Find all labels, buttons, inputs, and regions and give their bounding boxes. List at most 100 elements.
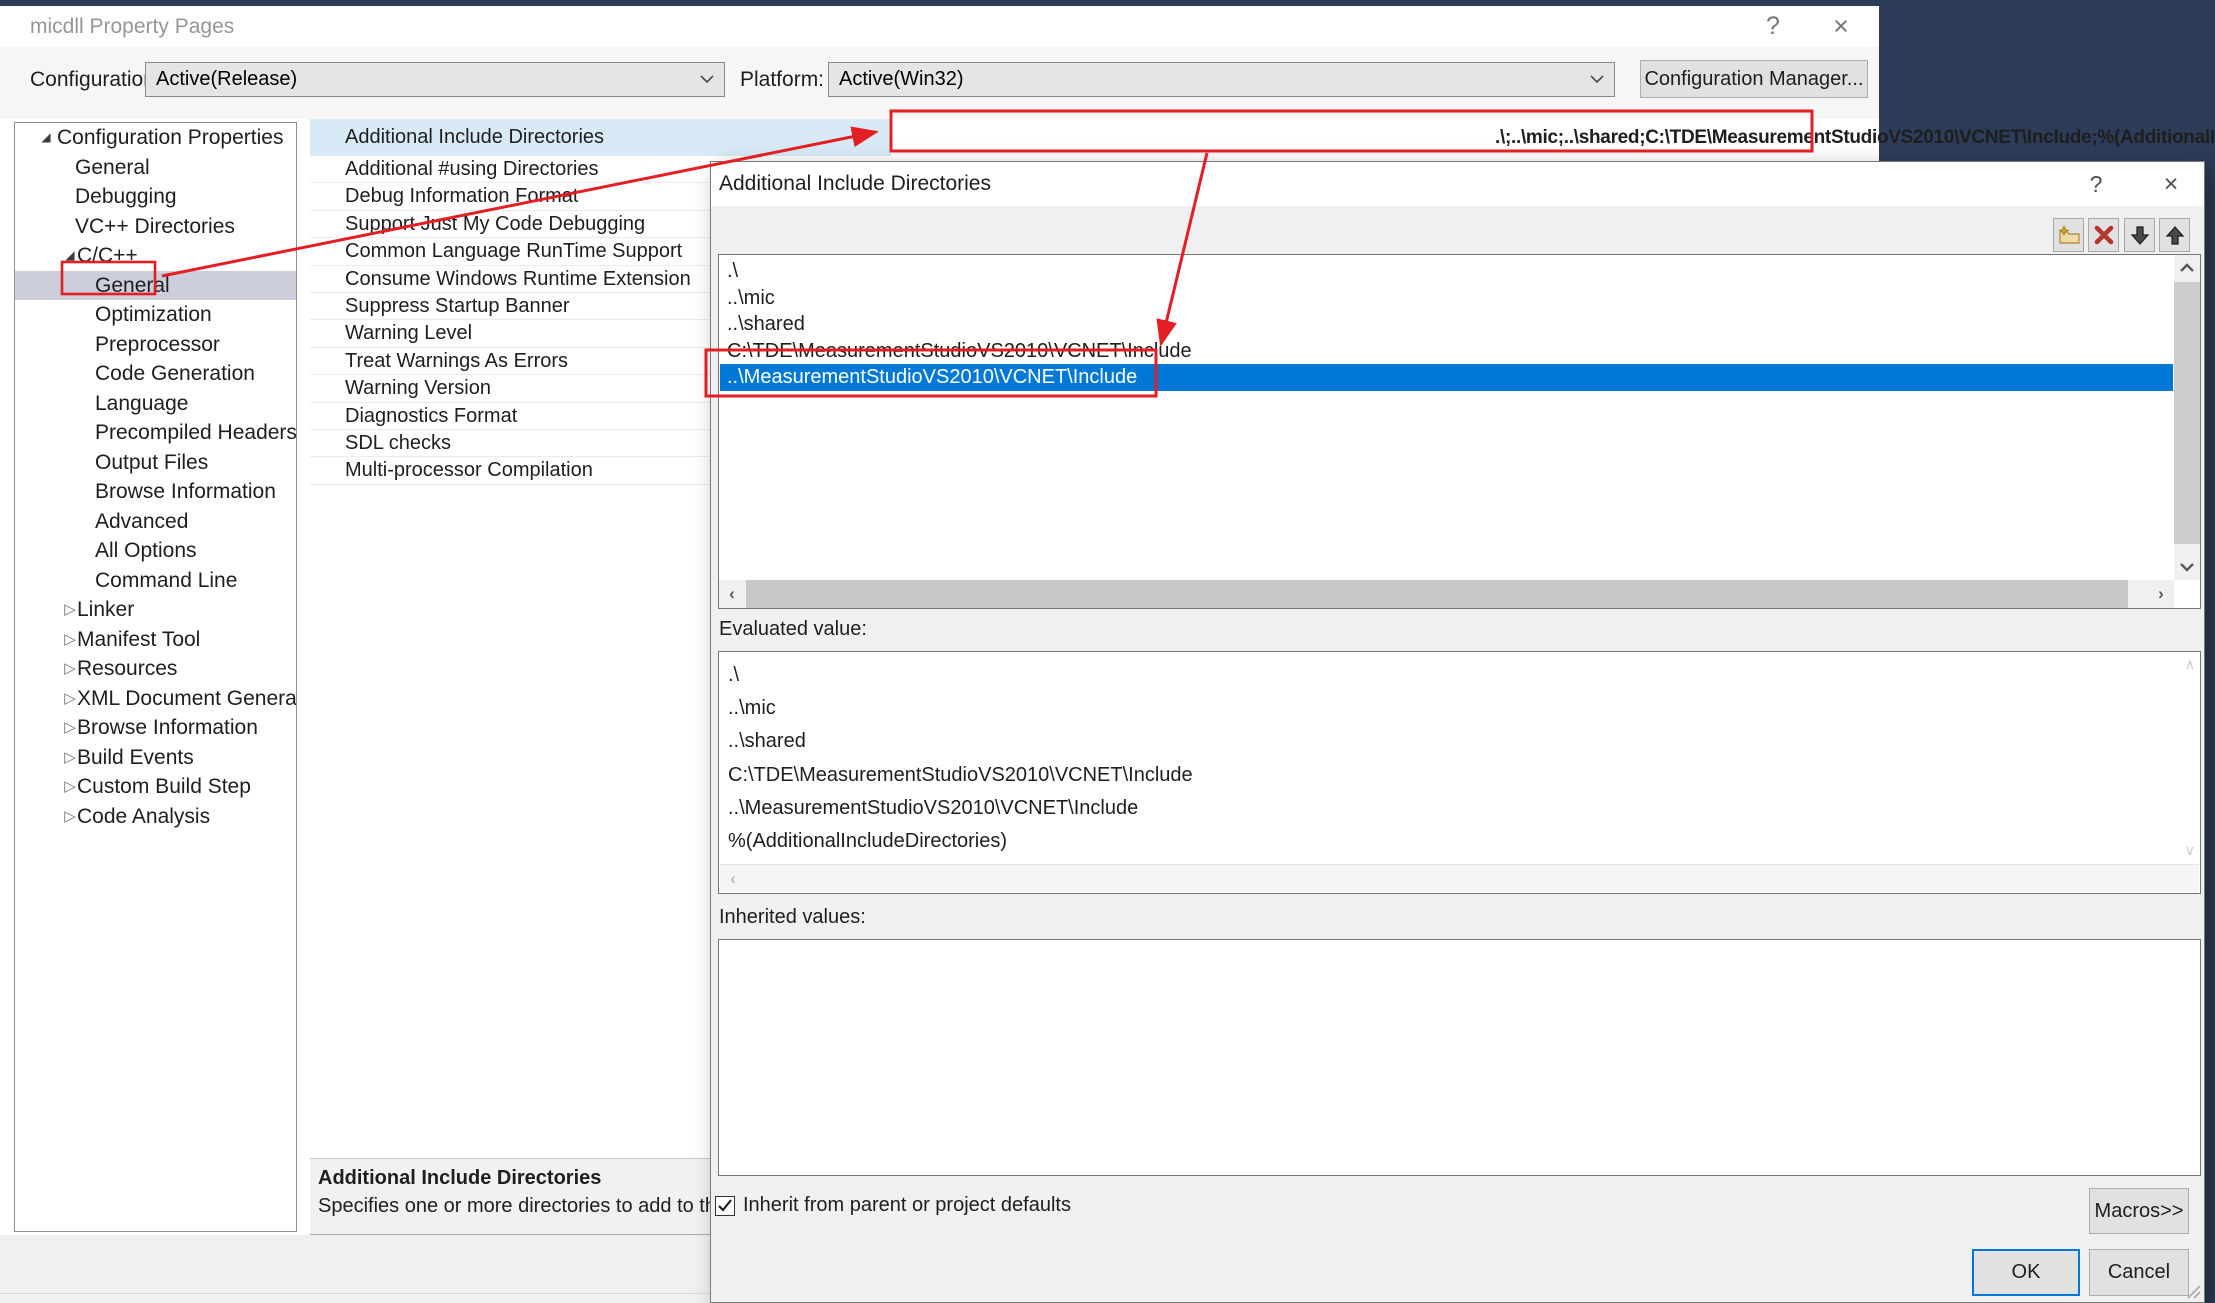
tree-item-resources[interactable]: ▷Resources [15,654,296,684]
dialog-title: Additional Include Directories [719,162,991,206]
tree-collapsed-arrow-icon[interactable]: ▷ [61,772,79,802]
tree-item-label: VC++ Directories [75,212,235,242]
property-name: Additional Include Directories [345,119,604,156]
evaluated-value-box[interactable]: .\..\mic..\sharedC:\TDE\MeasurementStudi… [718,651,2201,894]
tree-item-label: Debugging [75,182,177,212]
directory-list-item[interactable]: ..\mic [720,285,2173,312]
tree-item-label: Optimization [95,300,212,330]
window-help-icon[interactable]: ? [1750,6,1796,47]
tree-item-label: Language [95,389,188,419]
evaluated-line: .\ [728,659,1193,692]
chevron-down-icon [1590,75,1604,84]
scroll-down-icon[interactable] [2174,554,2200,580]
property-row-selected[interactable]: Additional Include Directories .\;..\mic… [310,119,1879,156]
tree-item-configuration-properties[interactable]: ◢Configuration Properties [15,123,296,153]
directory-list-item[interactable]: ..\MeasurementStudioVS2010\VCNET\Include [720,364,2173,391]
move-down-button[interactable] [2124,218,2155,252]
tree-item-all-options[interactable]: All Options [15,536,296,566]
tree-item-preprocessor[interactable]: Preprocessor [15,330,296,360]
directories-list: .\..\mic..\sharedC:\TDE\MeasurementStudi… [720,258,2173,579]
evaluated-line: ..\mic [728,692,1193,725]
directory-list-item[interactable]: .\ [720,258,2173,285]
dialog-help-icon[interactable]: ? [2076,162,2116,206]
tree-item-language[interactable]: Language [15,389,296,419]
dialog-close-icon[interactable]: × [2151,162,2191,206]
evaluated-line: ..\MeasurementStudioVS2010\VCNET\Include [728,792,1193,825]
tree-expanded-arrow-icon[interactable]: ◢ [61,241,79,271]
tree-item-label: Preprocessor [95,330,220,360]
tree-list: ◢Configuration PropertiesGeneralDebuggin… [15,123,296,831]
property-name-cell: Additional Include Directories [310,119,891,156]
resize-grip[interactable] [2187,1285,2201,1299]
tree-item-output-files[interactable]: Output Files [15,448,296,478]
tree-item-precompiled-headers[interactable]: Precompiled Headers [15,418,296,448]
tree-item-label: Manifest Tool [77,625,200,655]
tree-item-build-events[interactable]: ▷Build Events [15,743,296,773]
scroll-down-icon[interactable]: ∨ [2185,842,2195,859]
checkbox-checked-icon[interactable] [715,1196,735,1216]
tree-item-label: Precompiled Headers [95,418,297,448]
scroll-up-icon[interactable] [2174,255,2200,281]
arrow-up-icon [2165,225,2185,246]
tree-item-advanced[interactable]: Advanced [15,507,296,537]
ok-button[interactable]: OK [1972,1249,2080,1296]
tree-item-browse-information[interactable]: Browse Information [15,477,296,507]
horizontal-scrollbar[interactable]: ‹ › [719,580,2174,608]
window-close-icon[interactable]: × [1818,6,1864,47]
inherit-checkbox-row[interactable]: Inherit from parent or project defaults [715,1194,1071,1217]
tree-collapsed-arrow-icon[interactable]: ▷ [61,713,79,743]
tree-collapsed-arrow-icon[interactable]: ▷ [61,802,79,832]
vertical-scrollbar[interactable] [2174,255,2200,580]
platform-combobox[interactable]: Active(Win32) [828,62,1615,97]
tree-item-vc-directories[interactable]: VC++ Directories [15,212,296,242]
tree-item-label: XML Document Generator [77,684,297,714]
move-up-button[interactable] [2159,218,2190,252]
directory-list-item[interactable]: C:\TDE\MeasurementStudioVS2010\VCNET\Inc… [720,338,2173,365]
evaluated-line: ..\shared [728,725,1193,758]
inherit-checkbox-label: Inherit from parent or project defaults [743,1194,1071,1217]
directory-list-item[interactable]: ..\shared [720,311,2173,338]
tree-item-code-analysis[interactable]: ▷Code Analysis [15,802,296,832]
tree-item-general[interactable]: General [15,153,296,183]
tree-item-label: Linker [77,595,134,625]
tree-item-c-c-[interactable]: ◢C/C++ [15,241,296,271]
scroll-left-icon[interactable]: ‹ [720,866,746,892]
scroll-up-icon[interactable]: ∧ [2185,656,2195,673]
property-value-cell[interactable]: .\;..\mic;..\shared;C:\TDE\MeasurementSt… [891,119,1879,156]
tree-collapsed-arrow-icon[interactable]: ▷ [61,625,79,655]
tree-item-manifest-tool[interactable]: ▷Manifest Tool [15,625,296,655]
tree-item-label: Custom Build Step [77,772,251,802]
tree-item-debugging[interactable]: Debugging [15,182,296,212]
tree-collapsed-arrow-icon[interactable]: ▷ [61,654,79,684]
tree-collapsed-arrow-icon[interactable]: ▷ [61,595,79,625]
cancel-button[interactable]: Cancel [2089,1249,2189,1296]
directories-listbox[interactable]: .\..\mic..\sharedC:\TDE\MeasurementStudi… [718,254,2201,609]
tree-item-custom-build-step[interactable]: ▷Custom Build Step [15,772,296,802]
evaluated-line: C:\TDE\MeasurementStudioVS2010\VCNET\Inc… [728,759,1193,792]
inherited-values-label: Inherited values: [719,906,866,929]
scroll-right-icon[interactable]: › [2148,581,2174,607]
scrollbar-thumb[interactable] [2174,282,2200,544]
new-line-button[interactable] [2053,218,2084,252]
tree-collapsed-arrow-icon[interactable]: ▷ [61,743,79,773]
horizontal-scrollbar[interactable]: ‹ [720,864,2199,892]
configuration-combobox[interactable]: Active(Release) [145,62,725,97]
evaluated-line: %(AdditionalIncludeDirectories) [728,825,1193,858]
tree-collapsed-arrow-icon[interactable]: ▷ [61,684,79,714]
scroll-left-icon[interactable]: ‹ [719,581,745,607]
inherited-values-box[interactable] [718,939,2201,1176]
configuration-manager-button[interactable]: Configuration Manager... [1640,60,1868,98]
scrollbar-thumb[interactable] [746,580,2128,608]
tree-item-browse-information[interactable]: ▷Browse Information [15,713,296,743]
delete-button[interactable] [2088,218,2119,252]
tree-item-xml-document-generator[interactable]: ▷XML Document Generator [15,684,296,714]
macros-button[interactable]: Macros>> [2089,1188,2189,1234]
tree-expanded-arrow-icon[interactable]: ◢ [37,123,55,153]
tree-item-label: Resources [77,654,177,684]
tree-item-label: Configuration Properties [57,123,283,153]
tree-item-general[interactable]: General [15,271,296,301]
tree-item-linker[interactable]: ▷Linker [15,595,296,625]
tree-item-code-generation[interactable]: Code Generation [15,359,296,389]
tree-item-optimization[interactable]: Optimization [15,300,296,330]
tree-item-command-line[interactable]: Command Line [15,566,296,596]
